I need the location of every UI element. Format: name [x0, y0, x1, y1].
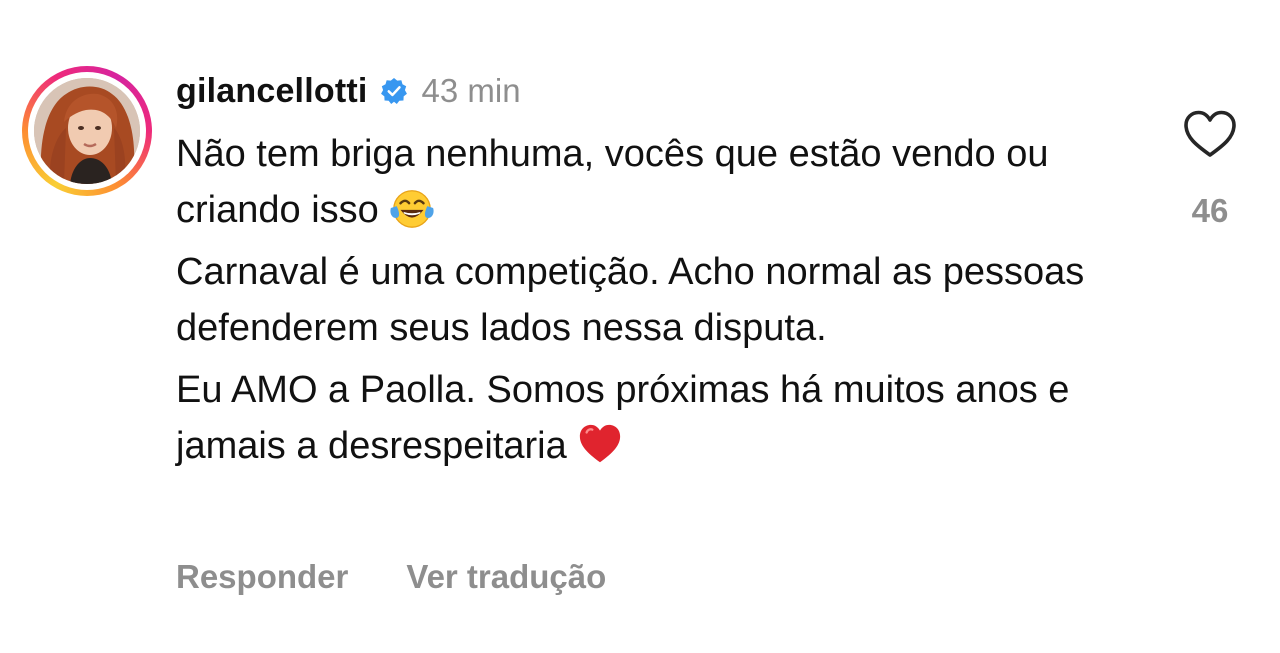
avatar: [34, 78, 140, 184]
comment-body: Não tem briga nenhuma, vocês que estão v…: [176, 126, 1096, 480]
avatar-photo: [34, 78, 140, 184]
comment-paragraph-text: Carnaval é uma competição. Acho normal a…: [176, 251, 1085, 349]
comment-paragraph: Carnaval é uma competição. Acho normal a…: [176, 244, 1096, 356]
comment-actions: Responder Ver tradução: [176, 552, 606, 602]
see-translation-button[interactable]: Ver tradução: [406, 558, 606, 596]
reply-button[interactable]: Responder: [176, 558, 348, 596]
comment-paragraph: Não tem briga nenhuma, vocês que estão v…: [176, 126, 1096, 238]
timestamp: 43 min: [421, 72, 521, 109]
like-button[interactable]: [1180, 106, 1240, 162]
avatar-story-ring[interactable]: [22, 66, 152, 196]
heart-outline-icon: [1184, 110, 1236, 157]
red-heart-icon: [577, 421, 623, 467]
comment-paragraph: Eu AMO a Paolla. Somos próximas há muito…: [176, 362, 1096, 474]
face-with-tears-of-joy-icon: [389, 185, 435, 231]
comment: gilancellotti 43 min Não tem briga nenhu…: [0, 0, 1280, 653]
verified-badge-icon: [380, 77, 408, 105]
comment-header: gilancellotti 43 min: [176, 66, 521, 116]
comment-paragraph-text: Não tem briga nenhuma, vocês que estão v…: [176, 133, 1049, 231]
username[interactable]: gilancellotti: [176, 72, 368, 111]
like-count: 46: [1191, 192, 1229, 229]
like-column: 46: [1168, 106, 1252, 230]
